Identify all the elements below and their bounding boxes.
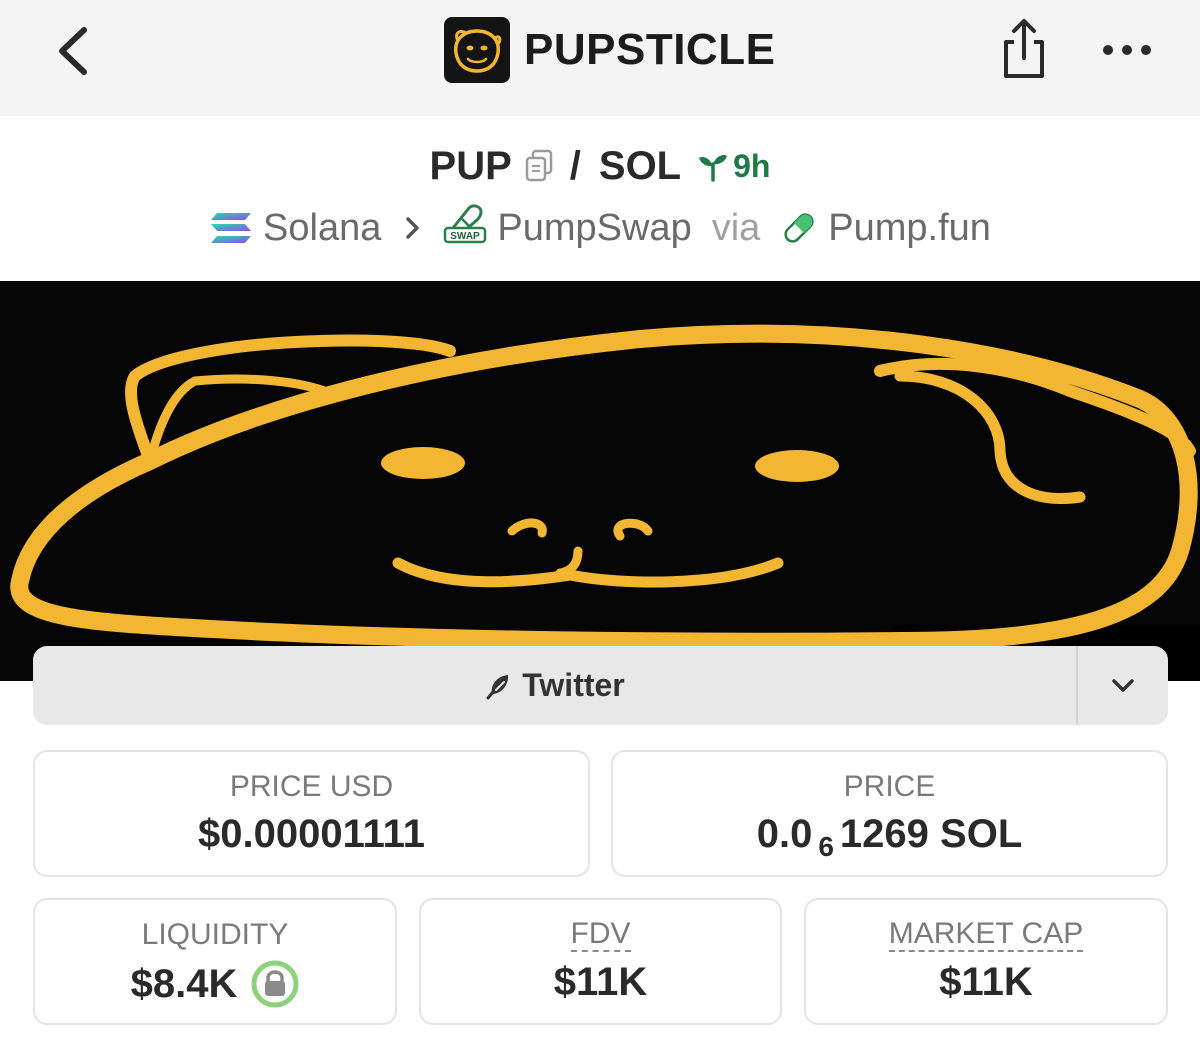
liquidity-label: LIQUIDITY	[141, 918, 289, 951]
via-label: via	[711, 206, 761, 249]
twitter-label: Twitter	[522, 667, 625, 703]
price-usd-card: PRICE USD $0.00001111	[33, 750, 590, 877]
more-dots-icon[interactable]	[1100, 38, 1154, 62]
pair-line: PUP / SOL 9h	[0, 140, 1200, 192]
token-brand: PUPSTICLE	[444, 17, 775, 83]
pair-base-symbol: PUP	[429, 143, 512, 188]
launchpad-name[interactable]: Pump.fun	[828, 207, 991, 250]
dex-name[interactable]: PumpSwap	[497, 207, 691, 250]
price-native-label: PRICE	[843, 770, 936, 803]
liquidity-value: $8.4K	[130, 961, 238, 1006]
route-line: Solana SWAP PumpSwap via Pump.fun	[0, 200, 1200, 256]
fdv-card: FDV $11K	[419, 898, 782, 1025]
market-cap-label[interactable]: MARKET CAP	[888, 918, 1084, 952]
pair-age: 9h	[697, 148, 770, 185]
pumpswap-badge-text: SWAP	[451, 231, 481, 242]
social-links-bar: Twitter	[33, 646, 1168, 725]
solana-icon	[211, 213, 252, 243]
feather-icon	[486, 674, 509, 699]
chevron-down-icon	[1112, 678, 1134, 692]
price-native-card: PRICE 0.0 6 1269 SOL	[611, 750, 1168, 877]
chain-name[interactable]: Solana	[263, 207, 381, 250]
pumpswap-icon: SWAP	[443, 202, 487, 254]
token-banner	[0, 281, 1200, 681]
sprout-icon	[699, 154, 728, 182]
links-dropdown-button[interactable]	[1076, 646, 1168, 725]
token-title: PUPSTICLE	[524, 25, 776, 74]
liquidity-value-row: $8.4K	[131, 960, 300, 1008]
market-cap-value: $11K	[939, 959, 1033, 1004]
chevron-left-icon[interactable]	[52, 24, 96, 78]
fdv-label[interactable]: FDV	[570, 918, 631, 952]
pair-quote-symbol: SOL	[598, 143, 682, 188]
price-usd-label: PRICE USD	[229, 770, 394, 803]
token-logo	[444, 17, 510, 83]
price-native-prefix: 0.0	[756, 812, 813, 856]
share-icon[interactable]	[1000, 18, 1048, 80]
pair-separator: /	[569, 143, 581, 188]
dog-face-icon	[454, 29, 502, 73]
price-native-value: 0.0 6 1269 SOL	[756, 812, 1023, 862]
dog-face-artwork	[10, 324, 1200, 681]
lock-icon[interactable]	[251, 960, 299, 1008]
top-bar: PUPSTICLE	[0, 0, 1200, 116]
price-usd-value: $0.00001111	[198, 812, 425, 856]
twitter-button[interactable]: Twitter	[33, 646, 1076, 725]
liquidity-card: LIQUIDITY $8.4K	[33, 898, 397, 1025]
fdv-value: $11K	[553, 959, 648, 1004]
market-cap-card: MARKET CAP $11K	[804, 898, 1168, 1025]
price-native-suffix: 1269 SOL	[839, 812, 1023, 856]
price-native-zero-count: 6	[818, 830, 834, 862]
pair-age-value: 9h	[733, 147, 771, 184]
chevron-right-icon	[406, 217, 420, 239]
pill-icon	[784, 213, 814, 243]
copy-icon[interactable]	[524, 149, 554, 183]
